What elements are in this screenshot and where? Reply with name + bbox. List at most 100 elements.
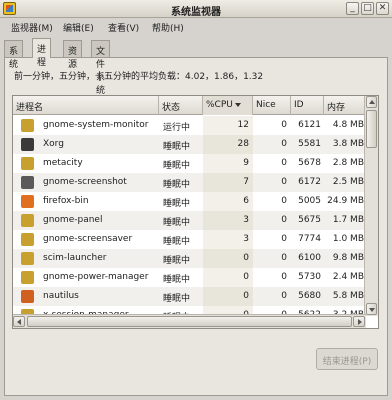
cell-status: 睡眠中 [163, 199, 191, 209]
cell-cpu: 9 [243, 158, 249, 168]
xorg-screen-icon [21, 138, 34, 151]
menu-monitor[interactable]: 监视器(M) [11, 21, 53, 34]
cell-memory: 1.0 MB [332, 234, 364, 244]
cell-name: gnome-screenshot [43, 177, 127, 187]
cell-name: nautilus [43, 291, 79, 301]
horizontal-scrollbar[interactable] [13, 314, 366, 328]
cell-cpu: 28 [237, 139, 249, 149]
monitor-icon [21, 119, 34, 132]
scroll-down-button[interactable] [366, 303, 377, 315]
terminal-icon [21, 233, 34, 246]
vertical-scroll-thumb[interactable] [366, 110, 377, 148]
menu-view[interactable]: 查看(V) [108, 21, 139, 34]
cell-memory: 5.8 MB [332, 291, 364, 301]
cell-name: gnome-panel [43, 215, 103, 225]
cell-cpu: 0 [243, 253, 249, 263]
cell-cpu: 12 [237, 120, 249, 130]
cell-memory: 1.7 MB [332, 215, 364, 225]
cell-memory: 3.8 MB [332, 139, 364, 149]
column-header-status[interactable]: 状态 [159, 96, 203, 115]
column-header-nice[interactable]: Nice [253, 96, 291, 115]
end-process-button[interactable]: 结束进程(P) [316, 348, 378, 370]
menu-edit[interactable]: 编辑(E) [63, 21, 94, 34]
cell-id: 5680 [298, 291, 321, 301]
scroll-right-button[interactable] [353, 316, 365, 327]
maximize-button[interactable]: □ [361, 2, 374, 15]
cell-memory: 2.5 MB [332, 177, 364, 187]
cell-nice: 0 [281, 177, 287, 187]
cell-status: 睡眠中 [163, 275, 191, 285]
table-row[interactable]: scim-launcher 睡眠中 0 0 6100 9.8 MB [13, 249, 366, 268]
terminal-icon [21, 157, 34, 170]
cell-id: 6121 [298, 120, 321, 130]
arrow-down-icon [369, 308, 375, 312]
column-header-cpu[interactable]: %CPU [203, 96, 253, 115]
panel-icon [21, 214, 34, 227]
cell-cpu: 7 [243, 177, 249, 187]
camera-icon [21, 176, 34, 189]
cell-name: firefox-bin [43, 196, 89, 206]
cell-status: 睡眠中 [163, 256, 191, 266]
cell-status: 睡眠中 [163, 218, 191, 228]
cell-id: 5730 [298, 272, 321, 282]
horizontal-scroll-thumb[interactable] [27, 316, 352, 327]
cell-name: gnome-power-manager [43, 272, 149, 282]
terminal-icon [21, 252, 34, 265]
column-header-name[interactable]: 进程名 [13, 96, 159, 115]
cell-cpu: 6 [243, 196, 249, 206]
minimize-button[interactable]: _ [346, 2, 359, 15]
cell-nice: 0 [281, 234, 287, 244]
window-title: 系统监视器 [171, 7, 221, 18]
table-row[interactable]: gnome-power-manager 睡眠中 0 0 5730 2.4 MB [13, 268, 366, 287]
table-row[interactable]: gnome-system-monitor 运行中 12 0 6121 4.8 MB [13, 116, 366, 135]
table-row[interactable]: gnome-panel 睡眠中 3 0 5675 1.7 MB [13, 211, 366, 230]
cell-name: gnome-screensaver [43, 234, 133, 244]
scroll-left-button[interactable] [13, 316, 25, 327]
column-header-id[interactable]: ID [291, 96, 324, 115]
table-row[interactable]: metacity 睡眠中 9 0 5678 2.8 MB [13, 154, 366, 173]
table-row[interactable]: gnome-screenshot 睡眠中 7 0 6172 2.5 MB [13, 173, 366, 192]
arrow-right-icon [358, 319, 362, 325]
cell-id: 6100 [298, 253, 321, 263]
arrow-left-icon [17, 319, 21, 325]
table-row[interactable]: firefox-bin 睡眠中 6 0 5005 24.9 MB [13, 192, 366, 211]
cell-nice: 0 [281, 253, 287, 263]
cell-nice: 0 [281, 291, 287, 301]
menu-help[interactable]: 帮助(H) [152, 21, 184, 34]
cell-name: Xorg [43, 139, 64, 149]
menu-bar: 监视器(M) 编辑(E) 查看(V) 帮助(H) [0, 18, 392, 36]
close-button[interactable]: ✕ [376, 2, 389, 15]
table-row[interactable]: gnome-screensaver 睡眠中 3 0 7774 1.0 MB [13, 230, 366, 249]
tab-system[interactable]: 系统 [4, 40, 24, 70]
cell-nice: 0 [281, 196, 287, 206]
cell-nice: 0 [281, 272, 287, 282]
cell-id: 6172 [298, 177, 321, 187]
tab-resources[interactable]: 资源 [63, 40, 83, 70]
vertical-scrollbar[interactable] [364, 96, 378, 316]
cell-memory: 24.9 MB [327, 196, 364, 206]
scroll-up-button[interactable] [366, 96, 377, 108]
cell-id: 5678 [298, 158, 321, 168]
cell-cpu: 0 [243, 272, 249, 282]
load-average-label: 前一分钟，五分钟，十五分钟的平均负载：4.02，1.86，1.32 [14, 72, 264, 82]
tab-filesystems[interactable]: 文件系统 [91, 40, 111, 96]
table-row[interactable]: Xorg 睡眠中 28 0 5581 3.8 MB [13, 135, 366, 154]
cell-status: 睡眠中 [163, 142, 191, 152]
table-row[interactable]: nautilus 睡眠中 0 0 5680 5.8 MB [13, 287, 366, 306]
column-header-memory[interactable]: 内存 [324, 96, 366, 115]
firefox-icon [21, 195, 34, 208]
cell-status: 运行中 [163, 123, 191, 133]
table-header: 进程名 状态 %CPU Nice ID 内存 [13, 96, 366, 115]
cell-nice: 0 [281, 120, 287, 130]
process-table[interactable]: 进程名 状态 %CPU Nice ID 内存 gnome-system-moni… [12, 95, 379, 329]
cell-memory: 2.4 MB [332, 272, 364, 282]
power-icon [21, 271, 34, 284]
tab-processes[interactable]: 进程 [32, 38, 52, 68]
cell-name: metacity [43, 158, 83, 168]
cell-memory: 2.8 MB [332, 158, 364, 168]
cell-name: scim-launcher [43, 253, 107, 263]
title-bar: 系统监视器 _ □ ✕ [0, 0, 392, 18]
cell-id: 5675 [298, 215, 321, 225]
cell-id: 7774 [298, 234, 321, 244]
cell-status: 睡眠中 [163, 237, 191, 247]
